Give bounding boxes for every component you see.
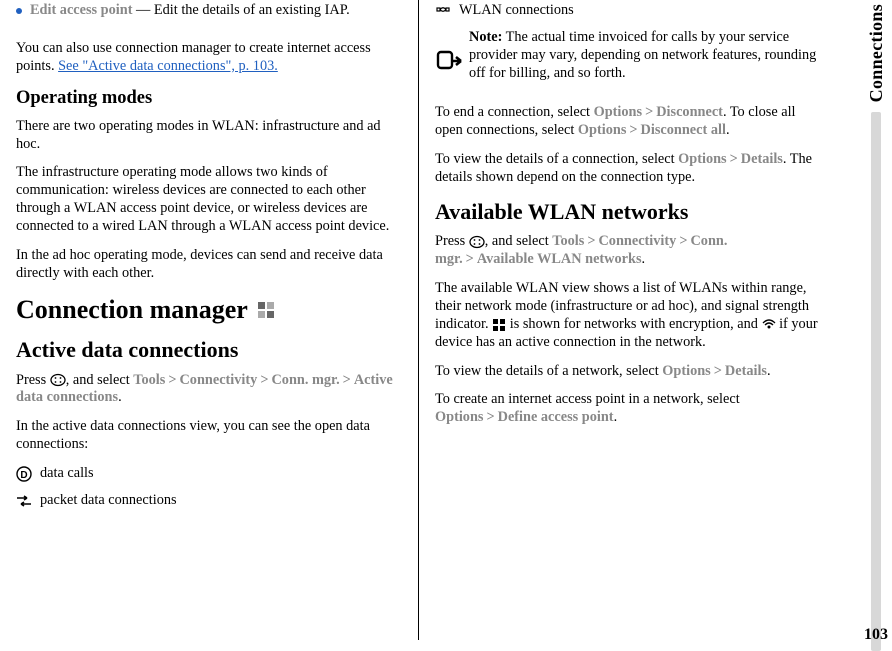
side-stripe [871, 112, 881, 651]
note-label: Note: [469, 29, 502, 45]
note-block: Note: The actual time invoiced for calls… [435, 29, 821, 94]
adc-and-select: , and select [66, 372, 133, 388]
gt: > [714, 363, 722, 379]
end-conn-options2: Options [578, 122, 626, 138]
gt: > [679, 233, 687, 249]
gt: > [486, 409, 494, 425]
packet-data-icon [16, 495, 32, 507]
conn-mgr-heading-text: Connection manager [16, 294, 248, 327]
awn-p3-details: Details [725, 363, 767, 379]
op-modes-p3: In the ad hoc operating mode, devices ca… [16, 247, 404, 283]
adc-connectivity: Connectivity [179, 372, 257, 388]
bullet-edit-access-point: Edit access point — Edit the details of … [16, 2, 404, 31]
end-conn-options: Options [594, 104, 642, 120]
gt: > [645, 104, 653, 120]
data-calls-label: data calls [40, 465, 94, 483]
awn-p3-options: Options [662, 363, 710, 379]
awn-p4-options: Options [435, 409, 483, 425]
gt: > [168, 372, 176, 388]
active-data-link[interactable]: See "Active data connections", p. 103. [58, 58, 278, 74]
vd-options: Options [678, 151, 726, 167]
bullet-text: Edit access point — Edit the details of … [30, 2, 350, 20]
side-tab: Connections [860, 0, 892, 651]
gt: > [466, 251, 474, 267]
note-text: Note: The actual time invoiced for calls… [469, 29, 821, 83]
heading-active-data-connections: Active data connections [16, 336, 404, 364]
adc-p2: In the active data connections view, you… [16, 418, 404, 454]
awn-awn: Available WLAN networks [477, 251, 642, 267]
op-modes-p1: There are two operating modes in WLAN: i… [16, 118, 404, 154]
gt: > [587, 233, 595, 249]
gt: > [629, 122, 637, 138]
awn-p2b: is shown for networks with encryption, a… [506, 316, 761, 332]
adc-tools: Tools [133, 372, 165, 388]
end-connection: To end a connection, select Options>Disc… [435, 104, 821, 140]
adc-conn-mgr: Conn. mgr. [271, 372, 339, 388]
view-details: To view the details of a connection, sel… [435, 151, 821, 187]
awn-p3a: To view the details of a network, select [435, 363, 662, 379]
edit-ap-label: Edit access point [30, 2, 132, 18]
bullet-icon [16, 8, 22, 14]
awn-p2: The available WLAN view shows a list of … [435, 280, 821, 351]
page: Edit access point — Edit the details of … [0, 0, 845, 651]
awn-define-ap: Define access point [498, 409, 614, 425]
column-divider [418, 0, 419, 640]
gt: > [260, 372, 268, 388]
wlan-icon [435, 4, 451, 18]
awn-p3: To view the details of a network, select… [435, 363, 821, 381]
data-call-icon: D [16, 466, 32, 482]
heading-available-wlan: Available WLAN networks [435, 198, 821, 226]
row-wlan-connections: WLAN connections [435, 2, 821, 20]
svg-text:D: D [20, 470, 27, 481]
packet-data-label: packet data connections [40, 492, 177, 510]
gt: > [730, 151, 738, 167]
menu-key-icon [469, 235, 485, 249]
side-label: Connections [865, 4, 888, 102]
menu-key-icon [50, 373, 66, 387]
end-conn-period: . [726, 122, 730, 138]
awn-p4: To create an internet access point in a … [435, 391, 821, 427]
page-number: 103 [864, 625, 888, 645]
awn-period: . [642, 251, 646, 267]
awn-tools: Tools [552, 233, 584, 249]
gt: > [343, 372, 351, 388]
awn-connectivity: Connectivity [598, 233, 676, 249]
right-column: WLAN connections Note: The actual time i… [421, 0, 821, 651]
row-packet-data: packet data connections [16, 492, 404, 510]
op-modes-p2: The infrastructure operating mode allows… [16, 164, 404, 235]
encrypted-wlan-icon [492, 318, 506, 332]
note-body: The actual time invoiced for calls by yo… [469, 29, 816, 81]
edit-ap-desc: — Edit the details of an existing IAP. [132, 2, 349, 18]
left-column: Edit access point — Edit the details of … [16, 0, 416, 651]
heading-operating-modes: Operating modes [16, 87, 404, 110]
note-icon [435, 29, 463, 94]
awn-p4a: To create an internet access point in a … [435, 391, 740, 407]
end-conn-disconnect: Disconnect [656, 104, 723, 120]
awn-and-select: , and select [485, 233, 552, 249]
adc-press: Press [16, 372, 50, 388]
connection-manager-icon [256, 300, 276, 320]
end-conn-disconnect-all: Disconnect all [641, 122, 726, 138]
conn-mgr-intro: You can also use connection manager to c… [16, 40, 404, 76]
adc-press-line: Press , and select Tools>Connectivity>Co… [16, 372, 404, 408]
awn-press-line: Press , and select Tools>Connectivity>Co… [435, 233, 821, 269]
vd-t1: To view the details of a connection, sel… [435, 151, 678, 167]
end-conn-t1: To end a connection, select [435, 104, 594, 120]
wlan-connections-label: WLAN connections [459, 2, 574, 20]
heading-connection-manager: Connection manager [16, 294, 404, 327]
awn-press: Press [435, 233, 469, 249]
vd-details: Details [741, 151, 783, 167]
row-data-calls: D data calls [16, 465, 404, 483]
active-wlan-icon [762, 318, 776, 332]
